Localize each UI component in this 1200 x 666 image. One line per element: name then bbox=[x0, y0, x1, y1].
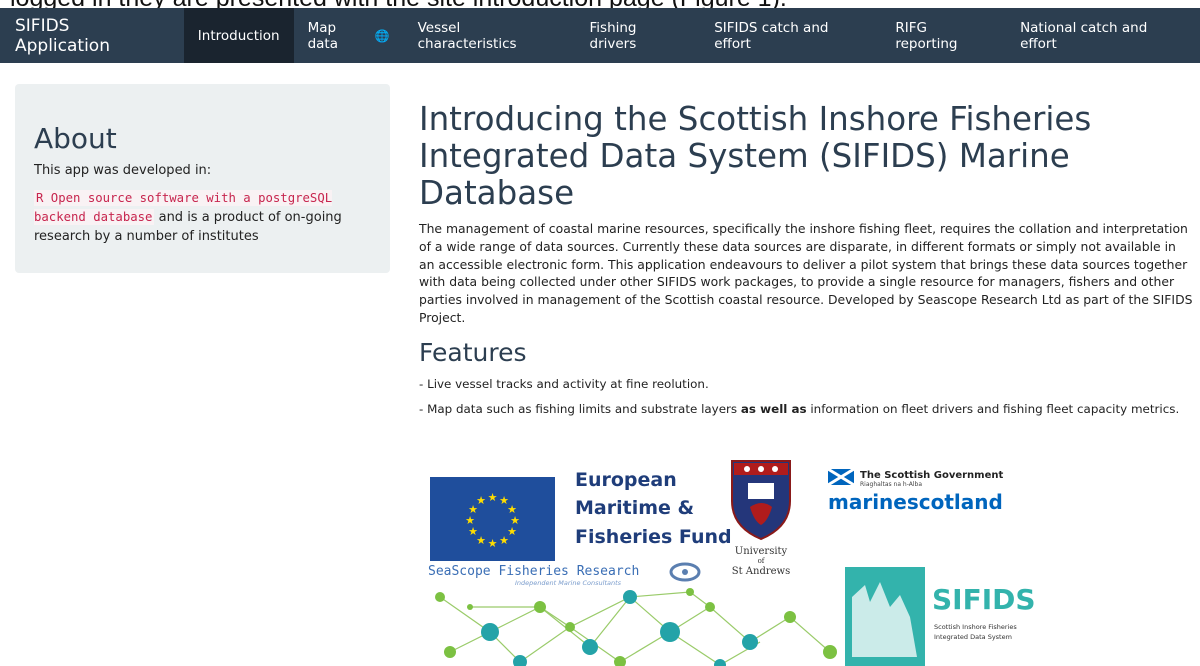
svg-text:★: ★ bbox=[488, 537, 498, 550]
tab-national-catch-effort[interactable]: National catch and effort bbox=[1006, 8, 1200, 63]
tab-label: Fishing drivers bbox=[589, 19, 637, 52]
scottish-government-logo: The Scottish Government Riaghaltas na h-… bbox=[827, 467, 1003, 514]
main-content: Introducing the Scottish Inshore Fisheri… bbox=[419, 101, 1194, 426]
tab-introduction[interactable]: Introduction bbox=[183, 8, 294, 63]
tab-label: Map data bbox=[307, 19, 338, 52]
partner-logos: ★ ★★★ ★★★★ ★★★★ European Maritime & Fishe… bbox=[428, 460, 1036, 666]
about-lead: This app was developed in: bbox=[34, 163, 212, 178]
svg-text:Integrated Data System: Integrated Data System bbox=[934, 633, 1012, 641]
st-andrews-crest-logo bbox=[731, 460, 791, 541]
tab-rifg-reporting[interactable]: RIFG reporting bbox=[881, 8, 1006, 63]
tab-label: Vessel characteristics bbox=[417, 19, 517, 52]
feature-text: information on fleet drivers and fishing… bbox=[806, 401, 1180, 416]
tab-label: National catch and effort bbox=[1020, 19, 1148, 52]
emff-logo: European Maritime & Fisheries Fund bbox=[575, 469, 732, 548]
svg-text:SIFIDS: SIFIDS bbox=[932, 583, 1036, 616]
svg-text:St Andrews: St Andrews bbox=[732, 566, 791, 577]
svg-text:University: University bbox=[735, 546, 788, 557]
network-graphic bbox=[439, 591, 831, 666]
features-heading: Features bbox=[419, 337, 527, 367]
svg-text:Riaghaltas na h-Alba: Riaghaltas na h-Alba bbox=[860, 481, 922, 488]
eu-flag-logo: ★ ★★★ ★★★★ ★★★★ bbox=[430, 477, 555, 561]
tab-fishing-drivers[interactable]: Fishing drivers bbox=[576, 8, 701, 63]
tab-label: RIFG reporting bbox=[895, 19, 958, 52]
seascope-logo: SeaScope Fisheries Research Independent … bbox=[428, 562, 701, 587]
svg-text:★: ★ bbox=[476, 494, 486, 507]
about-title: About bbox=[34, 122, 117, 155]
about-panel: About This app was developed in: R Open … bbox=[15, 84, 390, 273]
svg-text:★: ★ bbox=[488, 491, 498, 504]
feature-item: - Live vessel tracks and activity at fin… bbox=[419, 376, 709, 391]
svg-text:★: ★ bbox=[499, 534, 509, 547]
globe-icon: 🌐 bbox=[374, 28, 390, 43]
svg-text:The Scottish Government: The Scottish Government bbox=[860, 470, 1003, 481]
intro-paragraph: The management of coastal marine resourc… bbox=[419, 221, 1193, 325]
top-navbar: SIFIDS Application Introduction Map data… bbox=[0, 8, 1200, 63]
svg-text:marinescotland: marinescotland bbox=[828, 490, 1003, 514]
svg-text:SeaScope Fisheries Research: SeaScope Fisheries Research bbox=[428, 564, 639, 579]
tab-label: Introduction bbox=[197, 27, 280, 44]
svg-text:of: of bbox=[758, 557, 766, 565]
network-nodes bbox=[435, 588, 837, 666]
tab-vessel-characteristics[interactable]: Vessel characteristics bbox=[404, 8, 576, 63]
about-body: R Open source software with a postgreSQL… bbox=[34, 189, 370, 246]
university-name: University of St Andrews bbox=[732, 546, 791, 577]
svg-text:Independent Marine Consultants: Independent Marine Consultants bbox=[515, 579, 622, 587]
tab-map-data[interactable]: Map data 🌐 bbox=[294, 8, 404, 63]
tab-label: SIFIDS catch and effort bbox=[714, 19, 829, 52]
feature-bold-text: as well as bbox=[740, 401, 807, 416]
page-title: Introducing the Scottish Inshore Fisheri… bbox=[419, 100, 1092, 212]
tab-sifids-catch-effort[interactable]: SIFIDS catch and effort bbox=[700, 8, 881, 63]
sifids-logo: SIFIDS Scottish Inshore Fisheries Integr… bbox=[845, 567, 1036, 666]
svg-text:Scottish Inshore Fisheries: Scottish Inshore Fisheries bbox=[934, 623, 1017, 631]
feature-text: - Map data such as fishing limits and su… bbox=[419, 401, 741, 416]
emff-line: Fisheries Fund bbox=[575, 526, 732, 548]
feature-item: - Map data such as fishing limits and su… bbox=[419, 401, 1194, 417]
app-brand[interactable]: SIFIDS Application bbox=[0, 8, 184, 63]
emff-line: Maritime & bbox=[575, 497, 694, 519]
emff-line: European bbox=[575, 469, 677, 491]
